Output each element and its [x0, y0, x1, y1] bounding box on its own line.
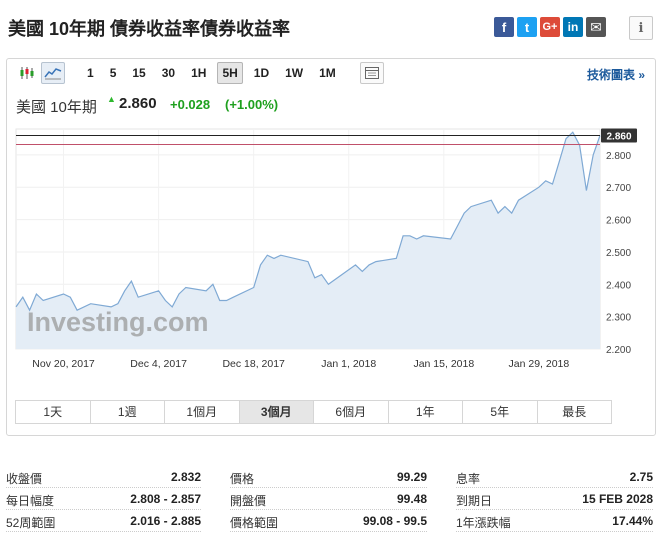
timeframe-5h[interactable]: 5H: [217, 62, 243, 84]
stat-row: 價格 99.29: [230, 466, 427, 488]
y-tick-label: 2.600: [606, 216, 631, 227]
y-tick-label: 2.200: [606, 345, 631, 356]
twitter-icon[interactable]: t: [517, 17, 537, 37]
range-max[interactable]: 最長: [537, 401, 611, 423]
range-1d[interactable]: 1天: [16, 401, 91, 423]
timeframe-1m[interactable]: 1M: [314, 62, 341, 84]
quote-name: 美國 10年期: [16, 99, 97, 116]
stat-value: 15 FEB 2028: [582, 492, 653, 506]
email-icon[interactable]: ✉: [586, 17, 606, 37]
stat-row: 開盤價 99.48: [230, 488, 427, 510]
y-tick-label: 2.700: [606, 183, 631, 194]
stat-label: 收盤價: [6, 472, 43, 486]
stat-label: 每日幅度: [6, 494, 55, 508]
chart-panel: 1 5 15 30 1H 5H 1D 1W 1M 技術圖表 » 美國 10年期 …: [6, 58, 656, 436]
stat-row: 1年漲跌幅 17.44%: [456, 510, 653, 532]
table-view-icon[interactable]: [359, 62, 384, 84]
stat-value: 2.832: [170, 470, 201, 484]
y-tick-label: 2.400: [606, 280, 631, 291]
range-1w[interactable]: 1週: [90, 401, 165, 423]
x-tick-label: Nov 20, 2017: [32, 358, 95, 370]
stat-row: 52周範圍 2.016 - 2.885: [6, 510, 201, 532]
facebook-icon[interactable]: f: [494, 17, 514, 37]
up-arrow-icon: ▲: [107, 94, 116, 104]
stat-label: 價格: [230, 472, 255, 486]
candlestick-icon[interactable]: [15, 62, 39, 84]
range-1m[interactable]: 1個月: [165, 401, 240, 423]
stat-row: 價格範圍 99.08 - 99.5: [230, 510, 427, 532]
quote-change: +0.028: [170, 97, 211, 112]
stat-value: 2.75: [629, 470, 653, 484]
y-tick-label: 2.800: [606, 151, 631, 162]
stat-value: 2.016 - 2.885: [130, 514, 201, 528]
stats-column-1: 收盤價 2.832 每日幅度 2.808 - 2.857 52周範圍 2.016 - …: [6, 466, 201, 532]
range-3m[interactable]: 3個月: [239, 401, 314, 423]
range-selector: 1天 1週 1個月 3個月 6個月 1年 5年 最長: [15, 400, 612, 424]
google-plus-icon[interactable]: G+: [540, 17, 560, 37]
timeframe-1[interactable]: 1: [82, 62, 99, 84]
x-tick-label: Dec 4, 2017: [130, 358, 187, 370]
quote-price: 2.860: [119, 95, 157, 112]
timeframe-1w[interactable]: 1W: [280, 62, 308, 84]
stat-row: 收盤價 2.832: [6, 466, 201, 488]
x-tick-label: Dec 18, 2017: [222, 358, 285, 370]
timeframe-5[interactable]: 5: [105, 62, 122, 84]
yield-chart: 2.200 2.300 2.400 2.500 2.600 2.700 2.800 Nov 2…: [15, 128, 637, 370]
timeframe-30[interactable]: 30: [157, 62, 180, 84]
range-6m[interactable]: 6個月: [314, 401, 389, 423]
y-tick-label: 2.500: [606, 248, 631, 259]
stat-value: 17.44%: [612, 514, 653, 528]
info-button[interactable]: i: [629, 16, 653, 40]
page-title: 美國 10年期 債券收益率債券收益率: [8, 19, 291, 39]
stat-value: 99.48: [396, 492, 427, 506]
stat-label: 到期日: [456, 494, 493, 508]
x-tick-label: Jan 15, 2018: [413, 358, 474, 370]
range-5y[interactable]: 5年: [463, 401, 538, 423]
range-1y[interactable]: 1年: [388, 401, 463, 423]
timeframe-1d[interactable]: 1D: [249, 62, 274, 84]
stat-row: 息率 2.75: [456, 466, 653, 488]
stat-label: 1年漲跌幅: [456, 516, 511, 530]
stat-label: 52周範圍: [6, 516, 56, 530]
advanced-chart-link[interactable]: 技術圖表 »: [587, 66, 645, 83]
stat-value: 2.808 - 2.857: [130, 492, 201, 506]
stats-column-3: 息率 2.75 到期日 15 FEB 2028 1年漲跌幅 17.44%: [456, 466, 653, 532]
stat-row: 每日幅度 2.808 - 2.857: [6, 488, 201, 510]
stat-row: 到期日 15 FEB 2028: [456, 488, 653, 510]
info-icon: i: [638, 20, 644, 36]
y-tick-label: 2.300: [606, 313, 631, 324]
x-tick-label: Jan 29, 2018: [509, 358, 570, 370]
last-price-label: 2.860: [606, 131, 631, 142]
timeframe-1h[interactable]: 1H: [186, 62, 211, 84]
watermark-text: Investing.com: [27, 307, 209, 337]
stat-label: 開盤價: [230, 494, 267, 508]
area-chart-icon[interactable]: [41, 62, 65, 84]
timeframe-15[interactable]: 15: [127, 62, 150, 84]
stat-value: 99.29: [396, 470, 427, 484]
linkedin-icon[interactable]: in: [563, 17, 583, 37]
share-buttons: f t G+ in ✉: [494, 17, 606, 37]
stat-label: 價格範圍: [230, 516, 279, 530]
stat-label: 息率: [456, 472, 481, 486]
stat-value: 99.08 - 99.5: [362, 514, 427, 528]
quote-change-percent: (+1.00%): [225, 97, 279, 112]
stats-column-2: 價格 99.29 開盤價 99.48 價格範圍 99.08 - 99.5: [230, 466, 427, 532]
chart-toolbar: 1 5 15 30 1H 5H 1D 1W 1M 技術圖表 »: [15, 61, 651, 85]
x-tick-label: Jan 1, 2018: [321, 358, 376, 370]
